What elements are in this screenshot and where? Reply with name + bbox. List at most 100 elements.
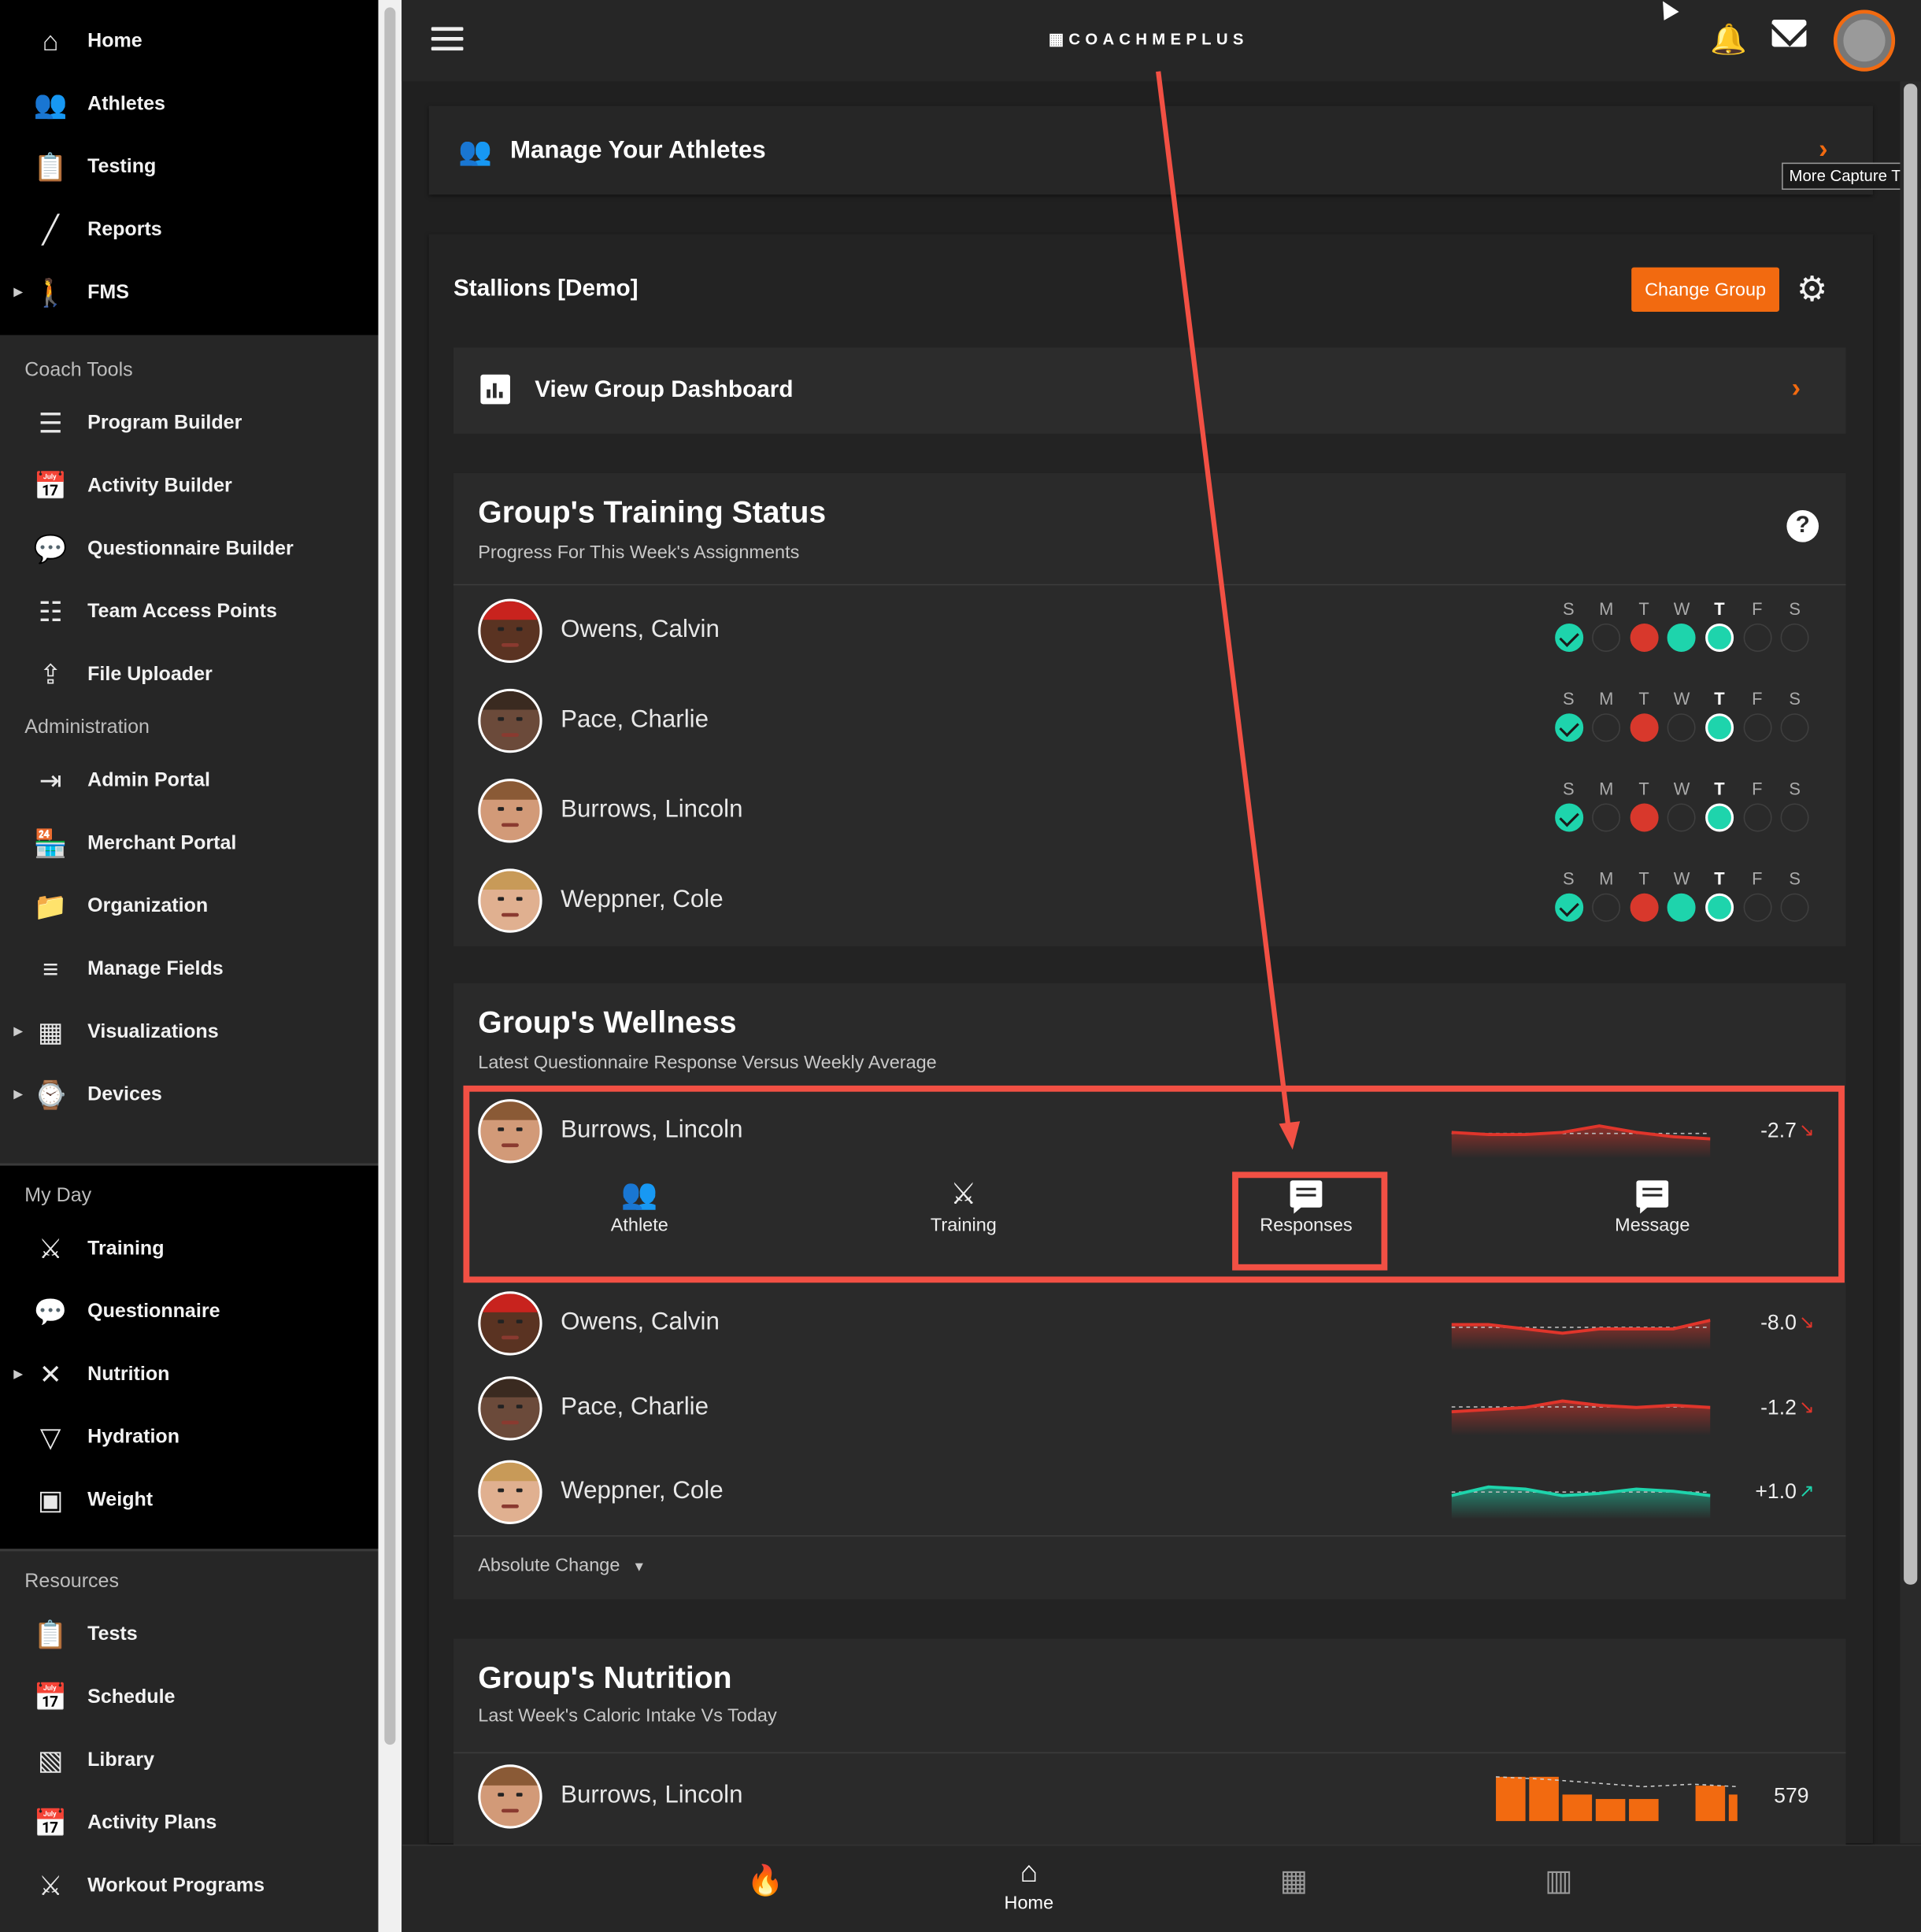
sidebar-item-testing[interactable]: 📋 Testing [0,135,378,198]
day-status[interactable]: T [1629,779,1659,832]
sidebar-item-merchant-portal[interactable]: 🏪 Merchant Portal [0,812,378,875]
training-athlete-row[interactable]: Owens, Calvin S M T W T F S [453,587,1846,676]
sidebar-item-schedule[interactable]: 📅 Schedule [0,1666,378,1729]
sidebar-item-team-access-points[interactable]: ☷ Team Access Points [0,580,378,643]
day-status[interactable]: T [1629,868,1659,922]
training-athlete-row[interactable]: Burrows, Lincoln S M T W T F S [453,766,1846,856]
absolute-change-dropdown[interactable]: Absolute Change ▼ [478,1555,646,1576]
expand-caret-icon[interactable]: ▶ [13,286,23,299]
mail-icon[interactable] [1771,20,1807,47]
bottom-nav-flame[interactable]: 🔥 [716,1846,814,1932]
sidebar-item-athletes[interactable]: 👥 Athletes [0,72,378,135]
wellness-athlete-row[interactable]: Owens, Calvin -8.0 ↘ [453,1282,1846,1368]
bottom-nav-bar-chart[interactable]: ▥ [1509,1846,1608,1932]
divider [453,1752,1846,1754]
sidebar-item-nutrition[interactable]: ▶ ✕ Nutrition [0,1343,378,1406]
change-group-button[interactable]: Change Group [1631,267,1780,312]
week-progress: SMTWTFS [1554,689,1819,758]
main-scrollbar-thumb[interactable] [1904,83,1918,1585]
sidebar-item-questionnaire[interactable]: 💬 Questionnaire [0,1280,378,1343]
sidebar-item-admin-portal[interactable]: ⇥ Admin Portal [0,749,378,812]
sidebar-item-activity-builder[interactable]: 📅 Activity Builder [0,455,378,518]
day-status[interactable]: S [1554,689,1584,742]
day-status[interactable]: S [1554,779,1584,832]
expand-caret-icon[interactable]: ▶ [13,1088,23,1101]
sidebar-item-library[interactable]: ▧ Library [0,1729,378,1792]
sidebar-item-fms[interactable]: ▶ 🚶 FMS [0,261,378,324]
day-status-dot [1592,623,1621,652]
scale-icon: ▣ [37,1484,64,1516]
day-status[interactable]: S [1780,689,1810,742]
sidebar-item-organization[interactable]: 📁 Organization [0,875,378,938]
main-scrollbar[interactable] [1900,81,1921,1844]
day-status[interactable]: F [1742,868,1772,922]
athlete-avatar[interactable] [478,688,542,753]
athlete-avatar[interactable] [478,1460,542,1525]
day-status[interactable]: M [1591,599,1621,652]
day-status[interactable]: F [1742,599,1772,652]
day-status[interactable]: S [1554,599,1584,652]
expand-caret-icon[interactable]: ▶ [13,1368,23,1381]
day-status[interactable]: T [1704,689,1734,742]
day-status[interactable]: F [1742,689,1772,742]
manage-athletes-card[interactable]: 👥 Manage Your Athletes › [428,105,1873,195]
day-status[interactable]: S [1780,779,1810,832]
sidebar-item-devices[interactable]: ▶ ⌚ Devices [0,1064,378,1127]
day-status[interactable]: F [1742,779,1772,832]
day-status[interactable]: W [1667,779,1697,832]
training-athlete-row[interactable]: Weppner, Cole S M T W T F S [453,857,1846,946]
sidebar-item-home[interactable]: ⌂ Home [0,10,378,73]
day-status[interactable]: M [1591,868,1621,922]
wellness-athlete-row[interactable]: Pace, Charlie -1.2 ↘ [453,1367,1846,1453]
sidebar-item-program-builder[interactable]: ☰ Program Builder [0,392,378,455]
sidebar-item-visualizations[interactable]: ▶ ▦ Visualizations [0,1001,378,1064]
sidebar-item-manage-fields[interactable]: ≡ Manage Fields [0,938,378,1001]
sidebar-item-tests[interactable]: 📋 Tests [0,1603,378,1666]
sidebar-item-reports[interactable]: ╱ Reports [0,198,378,261]
athlete-avatar[interactable] [478,598,542,664]
day-status[interactable]: T [1704,599,1734,652]
sidebar-item-activity-plans[interactable]: 📅 Activity Plans [0,1792,378,1855]
athlete-avatar[interactable] [478,868,542,933]
day-status[interactable]: T [1629,689,1659,742]
athlete-avatar[interactable] [478,1376,542,1441]
wellness-sparkline [1451,1384,1711,1436]
wellness-athlete-row[interactable]: Weppner, Cole +1.0 ↗ [453,1450,1846,1537]
day-status[interactable]: W [1667,599,1697,652]
day-status[interactable]: S [1780,599,1810,652]
day-status[interactable]: T [1629,599,1659,652]
day-status[interactable]: T [1704,868,1734,922]
app-logo[interactable]: ▦COACHMEPLUS [1049,30,1249,50]
sidebar-item-file-uploader[interactable]: ⇪ File Uploader [0,643,378,706]
sidebar-item-questionnaire-builder[interactable]: 💬 Questionnaire Builder [0,517,378,580]
sidebar-scrollbar[interactable] [378,0,402,1932]
menu-icon[interactable] [431,27,464,51]
view-group-dashboard[interactable]: View Group Dashboard › [453,347,1846,434]
day-status[interactable]: M [1591,779,1621,832]
day-status[interactable]: S [1554,868,1584,922]
nutrition-athlete-row[interactable]: Burrows, Lincoln 579 [453,1755,1846,1841]
day-status[interactable]: S [1780,868,1810,922]
athlete-avatar[interactable] [478,1764,542,1829]
help-icon[interactable]: ? [1786,509,1819,542]
gear-icon[interactable]: ⚙ [1797,268,1827,309]
flame-icon: 🔥 [746,1864,784,1898]
day-status[interactable]: T [1704,779,1734,832]
day-letter: W [1673,598,1690,619]
day-status[interactable]: W [1667,868,1697,922]
sidebar-scrollbar-thumb[interactable] [384,7,396,1745]
day-status[interactable]: W [1667,689,1697,742]
user-avatar[interactable] [1833,9,1896,72]
day-status[interactable]: M [1591,689,1621,742]
athlete-avatar[interactable] [478,779,542,843]
sidebar-item-weight[interactable]: ▣ Weight [0,1469,378,1532]
sidebar-item-hydration[interactable]: ▽ Hydration [0,1406,378,1469]
sidebar-item-training[interactable]: ⚔ Training [0,1217,378,1280]
bottom-nav-home[interactable]: ⌂ Home [979,1846,1078,1932]
athlete-avatar[interactable] [478,1291,542,1356]
bottom-nav-dashboard[interactable]: ▦ [1245,1846,1343,1932]
notification-bell-icon[interactable]: 🔔 [1710,22,1747,57]
sidebar-item-workout-programs[interactable]: ⚔ Workout Programs [0,1854,378,1917]
expand-caret-icon[interactable]: ▶ [13,1025,23,1038]
training-athlete-row[interactable]: Pace, Charlie S M T W T F S [453,676,1846,766]
